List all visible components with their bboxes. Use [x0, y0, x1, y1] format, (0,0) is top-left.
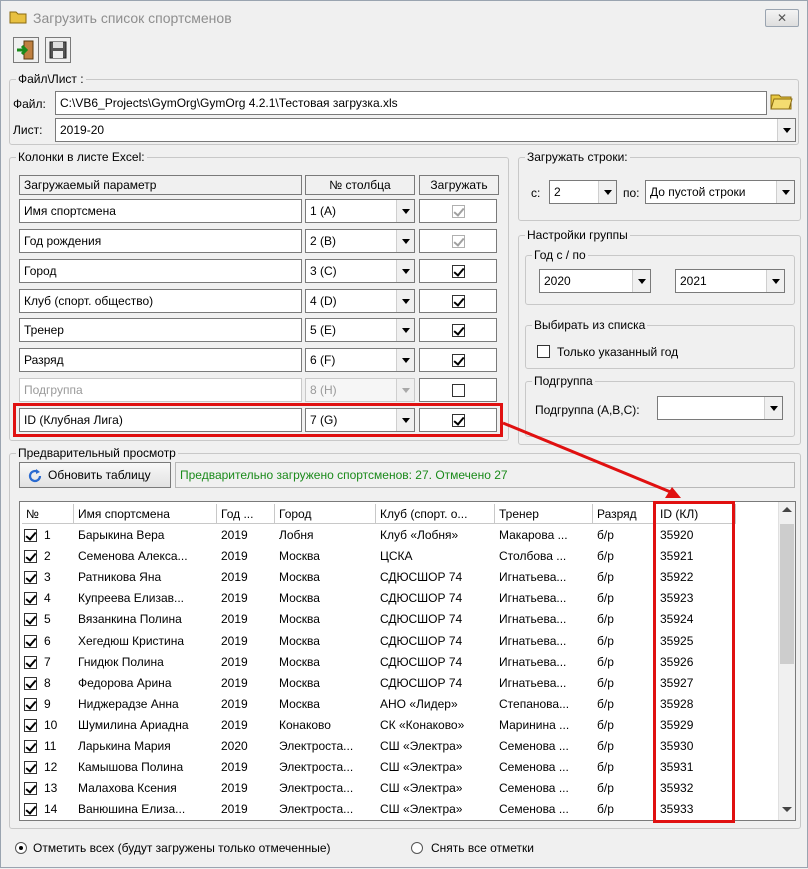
check-all-radio[interactable]: [15, 842, 27, 854]
uncheck-all-radio[interactable]: [411, 842, 423, 854]
highlight-arrow: [502, 421, 681, 498]
uncheck-all-label: Снять все отметки: [431, 841, 535, 855]
check-all-label: Отметить всех (будут загружены только от…: [33, 841, 331, 855]
load-athletes-window: Загрузить список спортсменов ✕ Файл\Лист…: [0, 0, 808, 868]
